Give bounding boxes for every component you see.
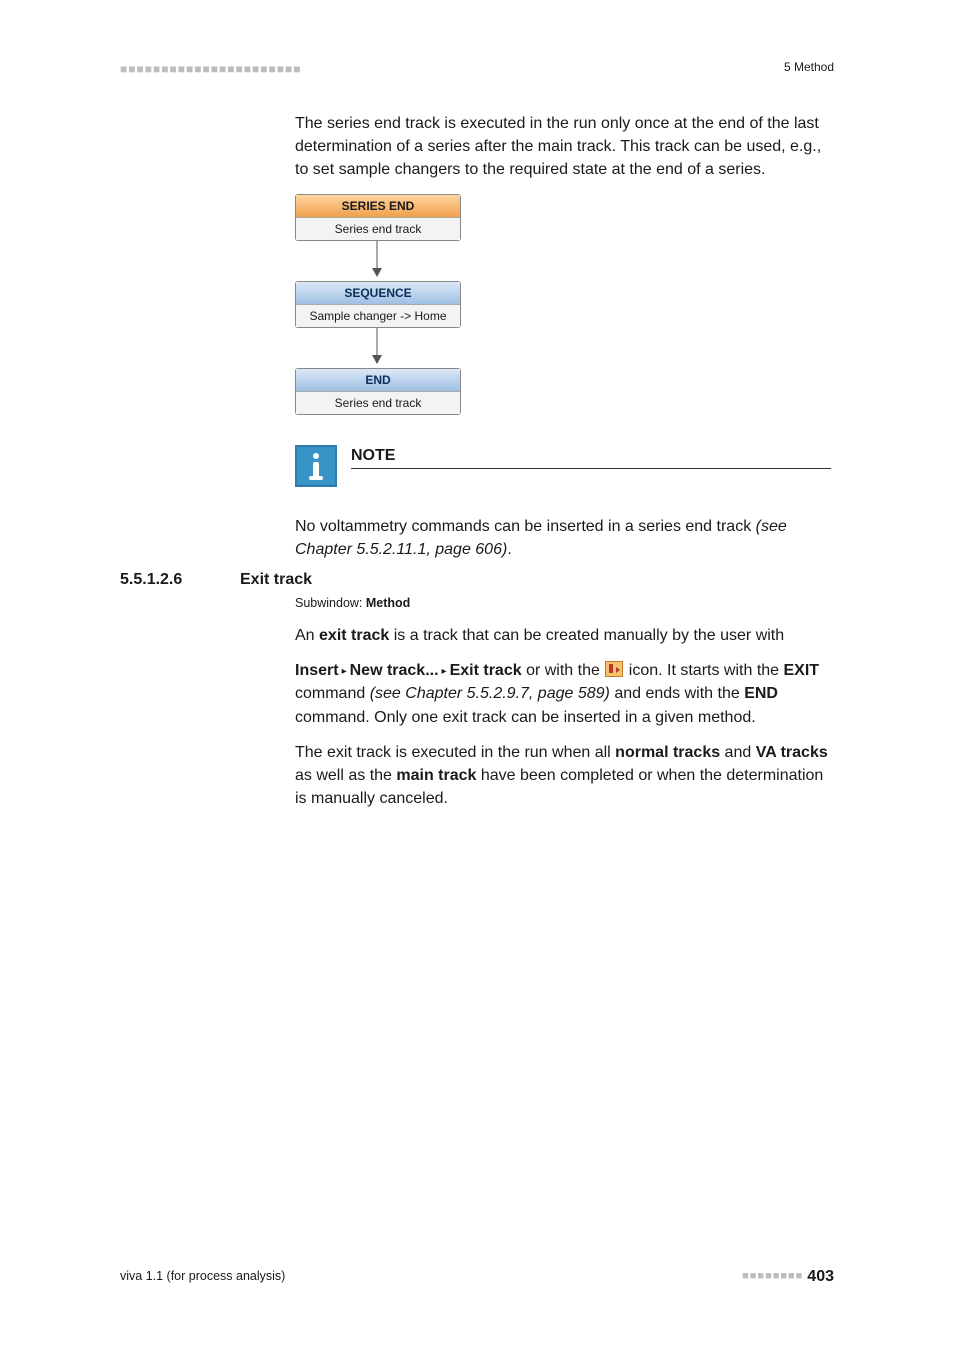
exit-ref: (see Chapter 5.5.2.9.7, page 589)	[370, 685, 610, 702]
section-number: 5.5.1.2.6	[120, 571, 240, 589]
header-dashes-left: ■■■■■■■■■■■■■■■■■■■■■■	[120, 62, 301, 76]
flow-series-end: SERIES END Series end track	[295, 194, 461, 241]
section-title: Exit track	[240, 571, 312, 589]
txt: and	[720, 744, 756, 761]
txt: and ends with the	[610, 685, 744, 702]
note-text: No voltammetry commands can be inserted …	[295, 518, 756, 535]
intro-paragraph: The series end track is executed in the …	[295, 112, 834, 182]
txt: or with the	[522, 662, 605, 679]
triangle-icon: ▸	[339, 666, 350, 677]
footer-dashes: ■■■■■■■■	[742, 1270, 803, 1282]
menu-exit-track: Exit track	[450, 662, 522, 679]
triangle-icon: ▸	[439, 666, 450, 677]
txt: The exit track is executed in the run wh…	[295, 744, 615, 761]
footer-page: ■■■■■■■■ 403	[742, 1268, 834, 1286]
subwindow-value: Method	[366, 596, 410, 610]
exit-track-icon	[605, 661, 623, 677]
flow-end: END Series end track	[295, 368, 461, 415]
va-tracks: VA tracks	[756, 744, 828, 761]
info-icon	[295, 445, 337, 487]
note-block: NOTE	[295, 445, 834, 487]
footer-product: viva 1.1 (for process analysis)	[120, 1269, 285, 1283]
exit-para-3: The exit track is executed in the run wh…	[295, 741, 834, 811]
flow-series-end-sub: Series end track	[296, 217, 460, 240]
header-chapter: 5 Method	[784, 60, 834, 74]
exit-para-1: An exit track is a track that can be cre…	[295, 624, 834, 647]
subwindow-line: Subwindow: Method	[295, 596, 834, 610]
flow-end-sub: Series end track	[296, 391, 460, 414]
flow-connector	[295, 328, 459, 368]
page-number: 403	[807, 1268, 834, 1285]
flow-diagram: SERIES END Series end track SEQUENCE Sam…	[295, 194, 834, 415]
txt: as well as the	[295, 767, 396, 784]
exit-track-term: exit track	[319, 627, 389, 644]
flow-series-end-head: SERIES END	[296, 195, 460, 217]
flow-sequence-sub: Sample changer -> Home	[296, 304, 460, 327]
flow-sequence: SEQUENCE Sample changer -> Home	[295, 281, 461, 328]
note-title: NOTE	[351, 445, 831, 469]
menu-insert: Insert	[295, 662, 339, 679]
end-cmd: END	[744, 685, 778, 702]
txt: icon. It starts with the	[624, 662, 783, 679]
txt: command. Only one exit track can be inse…	[295, 709, 756, 726]
flow-connector	[295, 241, 459, 281]
note-period: .	[507, 541, 511, 558]
exit-para-2: Insert▸New track...▸Exit track or with t…	[295, 659, 834, 729]
exit-cmd: EXIT	[784, 662, 820, 679]
txt: command	[295, 685, 370, 702]
subwindow-label: Subwindow:	[295, 596, 366, 610]
normal-tracks: normal tracks	[615, 744, 720, 761]
txt: An	[295, 627, 319, 644]
flow-sequence-head: SEQUENCE	[296, 282, 460, 304]
note-body: No voltammetry commands can be inserted …	[295, 515, 834, 561]
menu-new-track: New track...	[350, 662, 439, 679]
main-track: main track	[396, 767, 476, 784]
flow-end-head: END	[296, 369, 460, 391]
txt: is a track that can be created manually …	[389, 627, 784, 644]
